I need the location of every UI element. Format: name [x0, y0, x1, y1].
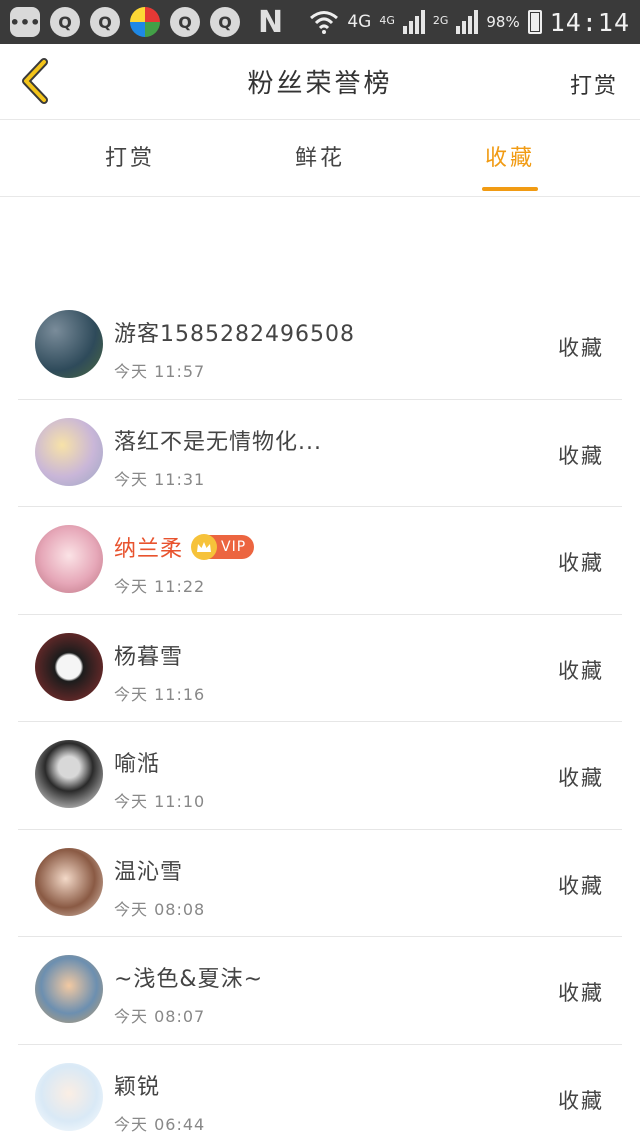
avatar[interactable] [35, 1062, 103, 1131]
fan-time: 今天 11:16 [114, 684, 206, 704]
vip-label: VIP [221, 539, 247, 555]
battery-percent: 98% [486, 13, 520, 31]
qq-icon: Q [50, 7, 80, 37]
battery-icon [527, 10, 542, 34]
message-icon: ••• [10, 7, 40, 37]
active-tab-indicator [482, 187, 538, 191]
fan-action: 收藏 [558, 658, 604, 683]
tab-bar: 打赏 鲜花 收藏 [0, 121, 640, 197]
avatar[interactable] [35, 310, 103, 378]
avatar[interactable] [35, 955, 103, 1023]
list-item[interactable]: 纳兰柔 VIP 今天 11:22 收藏 [18, 507, 622, 615]
fan-time: 今天 11:10 [114, 792, 206, 811]
fan-action: 收藏 [558, 873, 604, 898]
tab-favorites[interactable]: 收藏 [430, 121, 590, 197]
fan-name: 颖锐 [114, 1074, 161, 1100]
fan-action: 收藏 [558, 1088, 604, 1113]
fan-time: 今天 11:22 [114, 577, 206, 596]
fan-action: 收藏 [558, 443, 604, 468]
qq-icon: Q [210, 7, 240, 37]
avatar[interactable] [35, 847, 103, 916]
signal-icon [456, 10, 479, 34]
fan-action: 收藏 [558, 981, 604, 1005]
fan-name: 游客1585282496508 [114, 322, 355, 347]
sim1-label: 4G [379, 13, 395, 27]
tab-label: 收藏 [484, 146, 535, 171]
system-icons: 4G 4G 2G 98% 14:14 [309, 8, 630, 37]
page-title: 粉丝荣誉榜 [247, 69, 393, 99]
reward-button[interactable]: 打赏 [570, 68, 618, 100]
app-header: 粉丝荣誉榜 打赏 [0, 44, 640, 120]
fan-time: 今天 11:31 [114, 469, 206, 489]
clock: 14:14 [549, 7, 630, 37]
wifi-icon [310, 11, 339, 34]
fan-time: 今天 11:57 [114, 362, 206, 381]
fan-list: 游客1585282496508 今天 11:57 收藏 落红不是无情物化... … [18, 292, 622, 1138]
avatar[interactable] [35, 740, 103, 808]
vip-badge: VIP [191, 534, 255, 560]
list-item[interactable]: 喻湉 今天 11:10 收藏 [18, 722, 622, 830]
list-item[interactable]: 杨暮雪 今天 11:16 收藏 [18, 615, 622, 722]
fan-time: 今天 08:07 [114, 1007, 206, 1026]
tab-flowers[interactable]: 鲜花 [240, 121, 400, 197]
list-item[interactable]: 落红不是无情物化... 今天 11:31 收藏 [18, 400, 622, 507]
status-bar: ••• Q Q Q Q N 4G 4G 2G 98% 14:14 [0, 0, 640, 44]
crown-icon [191, 534, 218, 560]
qq-icon: Q [170, 7, 200, 37]
fan-name: 杨暮雪 [114, 644, 184, 670]
fan-name: ~浅色&夏沫~ [114, 967, 264, 992]
fan-time: 今天 06:44 [114, 1114, 206, 1134]
fan-action: 收藏 [558, 766, 604, 790]
avatar[interactable] [35, 417, 103, 486]
fan-name: 纳兰柔 [114, 537, 184, 562]
app-icon [130, 7, 160, 37]
fan-action: 收藏 [558, 551, 604, 575]
n-icon: N [258, 4, 284, 40]
qq-icon: Q [90, 7, 120, 37]
notification-icons: ••• Q Q Q Q N [10, 5, 283, 40]
tab-reward[interactable]: 打赏 [50, 121, 210, 197]
sim2-label: 2G [432, 13, 449, 27]
tab-label: 鲜花 [294, 146, 345, 171]
list-item[interactable]: 颖锐 今天 06:44 收藏 [18, 1045, 622, 1138]
fan-name: 温沁雪 [114, 859, 184, 885]
fan-name: 落红不是无情物化... [114, 429, 322, 455]
fan-action: 收藏 [558, 336, 604, 360]
tab-label: 打赏 [104, 146, 155, 171]
network-label: 4G [347, 12, 372, 32]
fan-name-row: 纳兰柔 VIP [114, 531, 255, 563]
fan-time: 今天 08:08 [114, 899, 206, 919]
list-item[interactable]: 游客1585282496508 今天 11:57 收藏 [18, 292, 622, 400]
fan-name: 喻湉 [114, 752, 161, 777]
list-item[interactable]: ~浅色&夏沫~ 今天 08:07 收藏 [18, 937, 622, 1045]
avatar[interactable] [35, 632, 103, 701]
avatar[interactable] [35, 525, 103, 593]
signal-icon [402, 10, 425, 34]
list-item[interactable]: 温沁雪 今天 08:08 收藏 [18, 830, 622, 937]
